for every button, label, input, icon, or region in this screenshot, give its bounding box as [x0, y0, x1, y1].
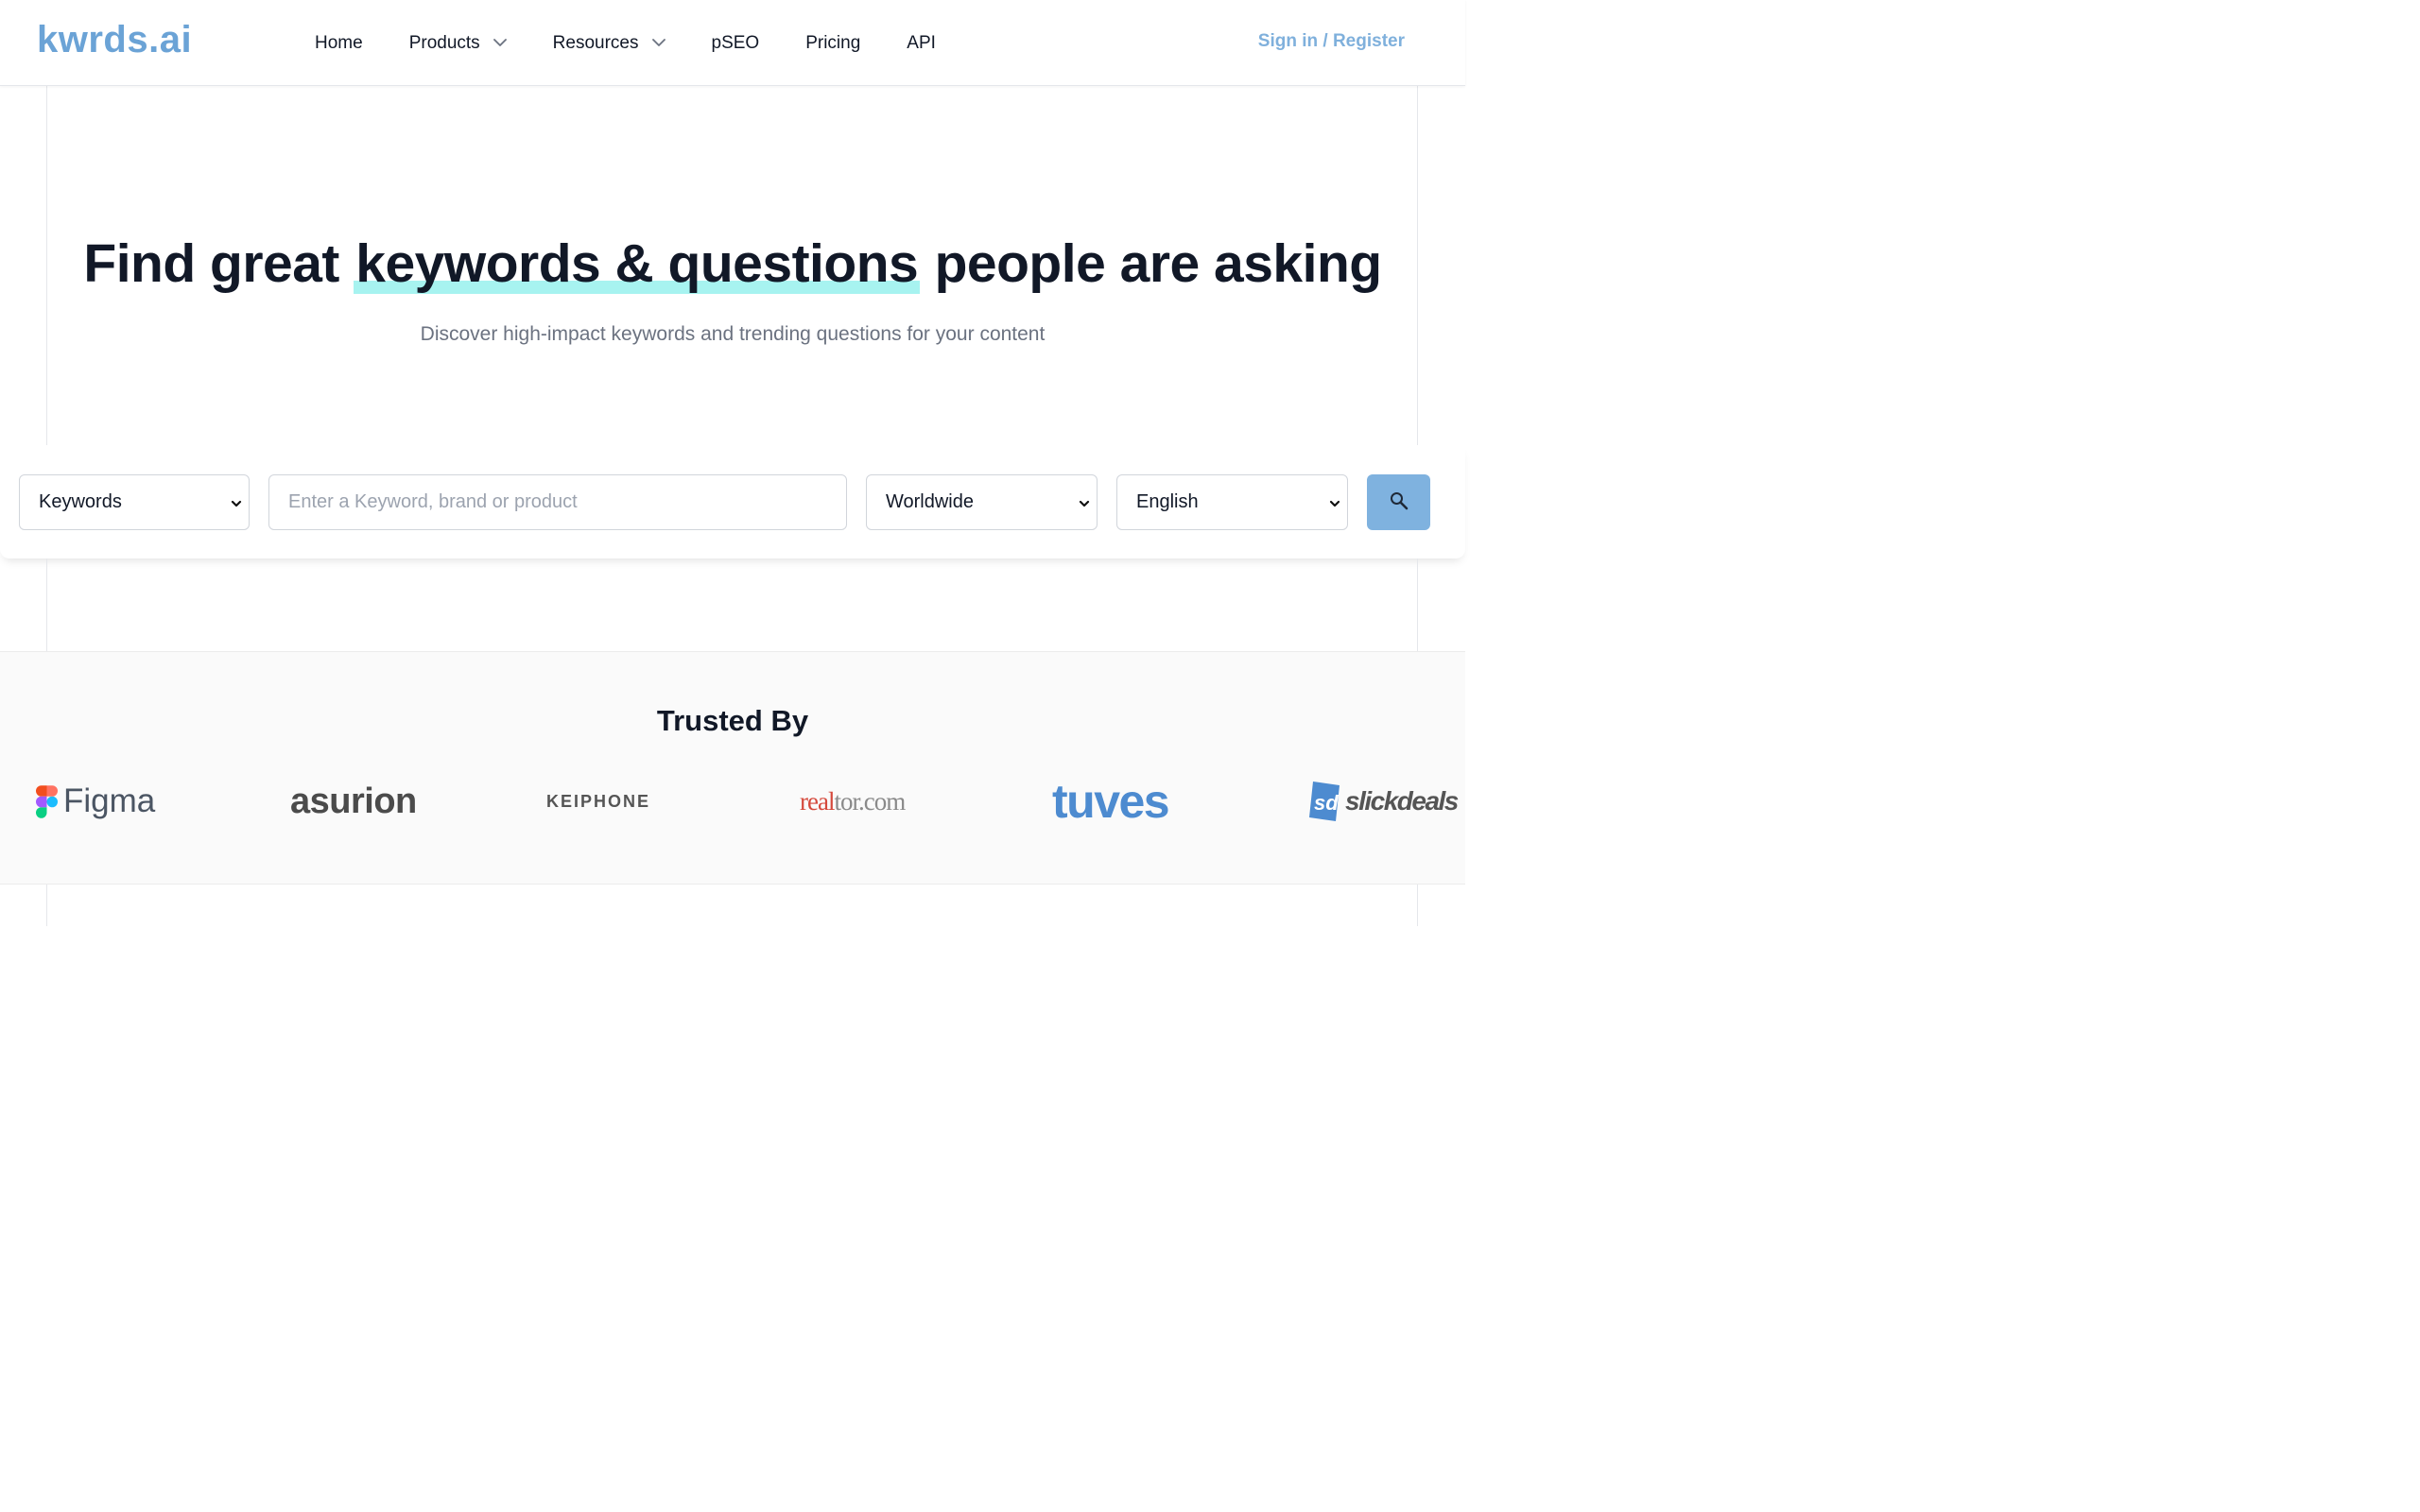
- frame-divider: [46, 885, 47, 926]
- asurion-wordmark: asurion: [290, 781, 417, 821]
- nav-products-label: Products: [408, 32, 480, 53]
- language-value: English: [1136, 491, 1199, 512]
- signin-register-link[interactable]: Sign in / Register: [1258, 31, 1405, 52]
- keiphone-wordmark: KEIPHONE: [546, 791, 651, 811]
- trusted-by-title: Trusted By: [656, 704, 809, 737]
- chevron-down-icon: [493, 39, 507, 47]
- chevron-down-icon: [1078, 494, 1091, 516]
- nav-pseo-label: pSEO: [711, 32, 760, 53]
- country-value: Worldwide: [886, 491, 974, 512]
- main-nav: Home Products Resources pSEO Pricing API: [315, 0, 982, 86]
- tuves-wordmark: tuves: [1052, 775, 1170, 828]
- keyword-search-input[interactable]: [268, 474, 847, 530]
- nav-api-label: API: [907, 32, 936, 53]
- realtor-wordmark: realtor.com: [800, 786, 906, 816]
- figma-icon: [36, 784, 58, 818]
- frame-divider: [1417, 885, 1418, 926]
- site-logo[interactable]: kwrds.ai: [37, 19, 192, 61]
- search-button[interactable]: [1367, 474, 1430, 530]
- figma-logo: Figma: [36, 773, 155, 830]
- search-bar: Keywords Worldwide English: [0, 445, 1465, 558]
- slickdeals-logo: sd slickdeals: [1307, 773, 1459, 830]
- chevron-down-icon: [1328, 494, 1341, 516]
- trusted-by-section: Trusted By Figma asurion KEIPHONE realto…: [0, 651, 1465, 885]
- chevron-down-icon: [230, 494, 243, 516]
- frame-divider: [46, 558, 47, 651]
- nav-resources[interactable]: Resources: [553, 33, 666, 54]
- hero-title-highlight: keywords & questions: [354, 233, 921, 294]
- nav-api[interactable]: API: [907, 33, 936, 54]
- nav-resources-label: Resources: [552, 32, 639, 53]
- nav-home-label: Home: [315, 32, 363, 53]
- nav-home[interactable]: Home: [315, 33, 363, 54]
- keiphone-logo: KEIPHONE: [546, 773, 650, 830]
- tuves-logo: tuves: [1052, 773, 1170, 830]
- nav-products[interactable]: Products: [409, 33, 507, 54]
- realtor-logo: realtor.com: [800, 773, 906, 830]
- search-type-select[interactable]: Keywords: [19, 474, 250, 530]
- chevron-down-icon: [651, 39, 666, 47]
- slickdeals-badge-icon: sd: [1309, 782, 1340, 821]
- nav-pseo[interactable]: pSEO: [712, 33, 760, 54]
- hero-title: Find great keywords & questions people a…: [0, 232, 1465, 295]
- asurion-logo: asurion: [290, 773, 417, 830]
- hero-title-end: people are asking: [920, 233, 1383, 294]
- search-icon: [1389, 490, 1409, 514]
- figma-wordmark: Figma: [63, 782, 156, 819]
- nav-pricing-label: Pricing: [805, 32, 861, 53]
- search-type-value: Keywords: [39, 491, 122, 512]
- slickdeals-badge-text: sd: [1314, 791, 1339, 815]
- nav-pricing[interactable]: Pricing: [805, 33, 860, 54]
- realtor-wordmark-red: real: [800, 786, 835, 816]
- hero-subtitle: Discover high-impact keywords and trendi…: [420, 323, 1046, 345]
- realtor-wordmark-gray: tor.com: [834, 786, 906, 816]
- hero-title-start: Find great: [83, 233, 354, 294]
- country-select[interactable]: Worldwide: [866, 474, 1098, 530]
- language-select[interactable]: English: [1116, 474, 1348, 530]
- slickdeals-wordmark: slickdeals: [1345, 786, 1459, 816]
- frame-divider: [1417, 558, 1418, 651]
- site-header: kwrds.ai Home Products Resources pSEO Pr…: [0, 0, 1465, 86]
